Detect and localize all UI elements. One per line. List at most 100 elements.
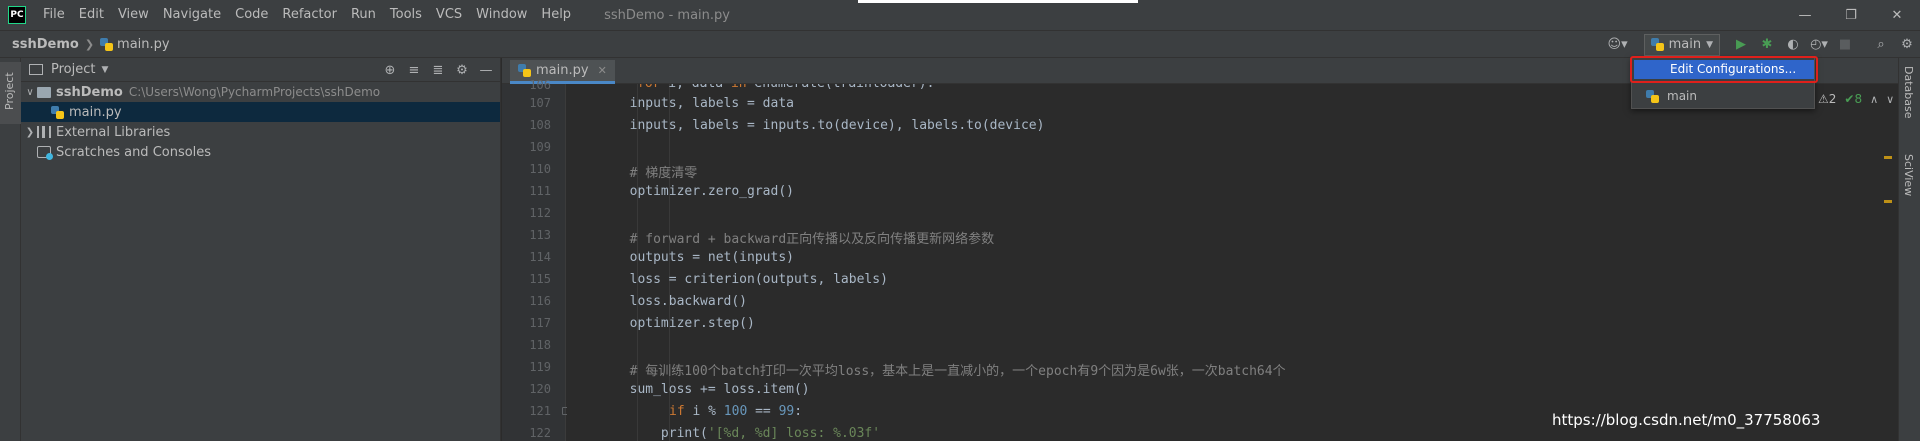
line-number: 121 bbox=[529, 404, 551, 418]
tab-main-py[interactable]: main.py ✕ bbox=[510, 60, 615, 84]
code-keyword: in bbox=[731, 84, 747, 91]
expand-all-icon[interactable]: ≡ bbox=[404, 63, 424, 78]
locate-file-icon[interactable]: ⊕ bbox=[380, 63, 400, 78]
navigation-bar: sshDemo ❯ main.py ☺▾ main ▼ ▶ ✱ ◐ ◴▾ ■ ⌕… bbox=[0, 30, 1920, 58]
chevron-down-icon[interactable]: ▼ bbox=[101, 65, 108, 75]
code-text: print( bbox=[567, 426, 708, 441]
stop-button[interactable]: ■ bbox=[1832, 34, 1858, 56]
scrollbar-warning-marker[interactable] bbox=[1884, 156, 1892, 159]
profile-button[interactable]: ◴▾ bbox=[1806, 34, 1832, 56]
chevron-right-icon[interactable]: ❯ bbox=[23, 127, 37, 138]
search-everywhere-button[interactable]: ⌕ bbox=[1868, 34, 1894, 56]
warning-count[interactable]: ⚠2 bbox=[1818, 92, 1836, 106]
line-number: 113 bbox=[529, 228, 551, 242]
tree-item-main-py[interactable]: main.py bbox=[21, 102, 500, 122]
breadcrumb-project[interactable]: sshDemo bbox=[12, 37, 79, 52]
project-panel-tools: ⊕ ≡ ≣ ⚙ — bbox=[380, 58, 496, 82]
tree-item-path: C:\Users\Wong\PycharmProjects\sshDemo bbox=[128, 85, 381, 99]
tree-item-label: main.py bbox=[69, 104, 122, 120]
code-line: inputs, labels = data bbox=[567, 96, 794, 111]
hide-panel-icon[interactable]: — bbox=[476, 63, 496, 78]
user-icon[interactable]: ☺▾ bbox=[1604, 37, 1632, 52]
tree-item-label: Scratches and Consoles bbox=[56, 144, 212, 160]
menu-refactor[interactable]: Refactor bbox=[275, 0, 344, 30]
code-line: optimizer.zero_grad() bbox=[567, 184, 794, 199]
tab-label: main.py bbox=[536, 63, 589, 78]
line-number: 108 bbox=[529, 118, 551, 132]
line-number-gutter: 106 107 108 109 110 111 112 113 114 115 … bbox=[502, 78, 570, 441]
run-config-item-label: main bbox=[1667, 89, 1697, 103]
run-button[interactable]: ▶ bbox=[1728, 34, 1754, 56]
chevron-down-icon[interactable]: ∨ bbox=[23, 87, 37, 98]
run-config-selector[interactable]: main ▼ bbox=[1643, 33, 1720, 56]
tree-item-scratches[interactable]: Scratches and Consoles bbox=[21, 142, 500, 162]
project-tool-window-button[interactable]: Project bbox=[0, 62, 21, 124]
breadcrumb-file[interactable]: main.py bbox=[100, 37, 170, 52]
menu-file[interactable]: File bbox=[36, 0, 72, 30]
code-line: sum_loss += loss.item() bbox=[567, 382, 810, 397]
code-text: enumerate(trainloader): bbox=[747, 84, 934, 91]
line-number: 110 bbox=[529, 162, 551, 176]
panel-settings-icon[interactable]: ⚙ bbox=[452, 63, 472, 78]
typo-count[interactable]: ✔8 bbox=[1844, 92, 1862, 106]
tree-item-project-root[interactable]: ∨ sshDemo C:\Users\Wong\PycharmProjects\… bbox=[21, 82, 500, 102]
run-config-item-main[interactable]: main bbox=[1632, 84, 1814, 108]
line-number: 115 bbox=[529, 272, 551, 286]
restore-button[interactable]: ❐ bbox=[1828, 0, 1874, 30]
inspection-widget[interactable]: ⚠2 ✔8 ∧ ∨ bbox=[1818, 84, 1894, 114]
line-number: 117 bbox=[529, 316, 551, 330]
close-window-button[interactable]: ✕ bbox=[1874, 0, 1920, 30]
menu-navigate[interactable]: Navigate bbox=[156, 0, 228, 30]
menu-edit[interactable]: Edit bbox=[72, 0, 111, 30]
menu-vcs[interactable]: VCS bbox=[429, 0, 469, 30]
window-controls: — ❐ ✕ bbox=[1782, 0, 1920, 30]
left-tool-stripe: Project bbox=[0, 58, 21, 441]
coverage-button[interactable]: ◐ bbox=[1780, 34, 1806, 56]
run-config-label: main bbox=[1668, 37, 1702, 52]
debug-button[interactable]: ✱ bbox=[1754, 34, 1780, 56]
code-line: print('[%d, %d] loss: %.03f' bbox=[567, 426, 880, 441]
code-line: outputs = net(inputs) bbox=[567, 250, 794, 265]
edit-configurations-highlight[interactable]: Edit Configurations... bbox=[1630, 56, 1818, 83]
close-tab-icon[interactable]: ✕ bbox=[598, 64, 607, 77]
code-number: 100 bbox=[723, 404, 748, 419]
code-keyword: if bbox=[669, 404, 685, 419]
library-icon bbox=[37, 126, 51, 138]
line-number: 118 bbox=[529, 338, 551, 352]
run-config-popup: Edit Configurations... main bbox=[1630, 56, 1818, 109]
menu-run[interactable]: Run bbox=[344, 0, 383, 30]
python-icon bbox=[1646, 89, 1659, 103]
line-number: 106 bbox=[529, 78, 551, 92]
project-icon bbox=[29, 64, 43, 75]
menu-help[interactable]: Help bbox=[534, 0, 578, 30]
minimize-button[interactable]: — bbox=[1782, 0, 1828, 30]
code-editor[interactable]: for i, data in enumerate(trainloader): i… bbox=[567, 84, 1885, 441]
tree-item-label: External Libraries bbox=[56, 124, 171, 140]
scrollbar-warning-marker[interactable] bbox=[1884, 200, 1892, 203]
project-panel-title[interactable]: Project bbox=[51, 62, 95, 77]
database-tool-button[interactable]: Database bbox=[1902, 66, 1915, 119]
project-panel-header: Project ▼ ⊕ ≡ ≣ ⚙ — bbox=[21, 58, 500, 82]
next-highlight-icon[interactable]: ∨ bbox=[1886, 93, 1894, 106]
collapse-all-icon[interactable]: ≣ bbox=[428, 63, 448, 78]
toolbar-right: ☺▾ main ▼ ▶ ✱ ◐ ◴▾ ■ ⌕ ⚙ bbox=[1604, 31, 1920, 58]
menu-tools[interactable]: Tools bbox=[383, 0, 429, 30]
right-tool-stripe: Database SciView bbox=[1898, 58, 1920, 441]
line-number: 111 bbox=[529, 184, 551, 198]
sciview-tool-button[interactable]: SciView bbox=[1902, 154, 1915, 196]
menu-bar: PC File Edit View Navigate Code Refactor… bbox=[0, 0, 1920, 30]
watermark-text: https://blog.csdn.net/m0_37758063 bbox=[1552, 411, 1821, 429]
code-text: : bbox=[794, 404, 803, 419]
line-number: 107 bbox=[529, 96, 551, 110]
python-file-icon bbox=[100, 37, 114, 51]
menu-code[interactable]: Code bbox=[228, 0, 275, 30]
edit-configurations-item[interactable]: Edit Configurations... bbox=[1634, 60, 1814, 79]
tree-item-external-libraries[interactable]: ❯ External Libraries bbox=[21, 122, 500, 142]
settings-button[interactable]: ⚙ bbox=[1894, 34, 1920, 56]
menu-items: File Edit View Navigate Code Refactor Ru… bbox=[36, 0, 578, 30]
previous-highlight-icon[interactable]: ∧ bbox=[1870, 93, 1878, 106]
menu-view[interactable]: View bbox=[111, 0, 156, 30]
breadcrumb-separator-icon: ❯ bbox=[84, 37, 95, 51]
menu-window[interactable]: Window bbox=[469, 0, 534, 30]
code-line: optimizer.step() bbox=[567, 316, 755, 331]
